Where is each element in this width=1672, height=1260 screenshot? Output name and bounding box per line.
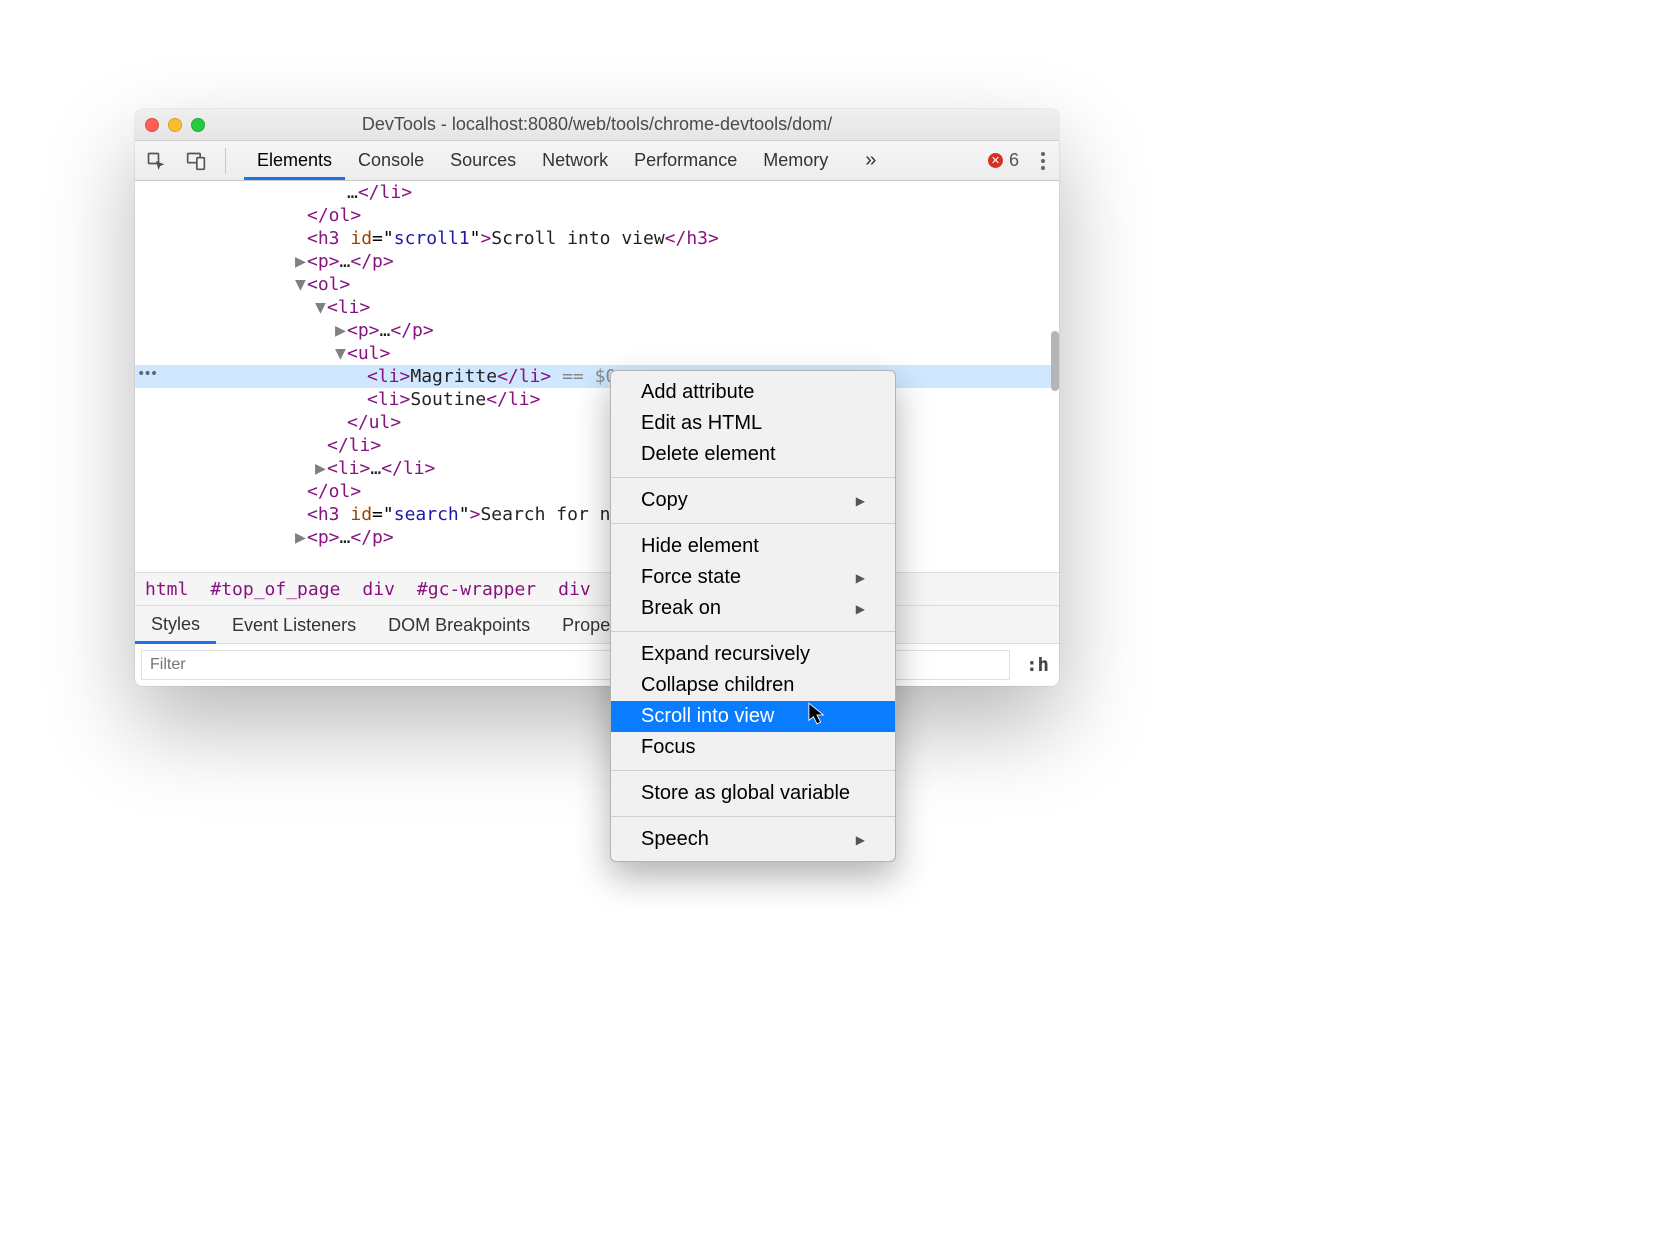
tabs-overflow-icon[interactable]: » — [859, 149, 882, 172]
context-menu-item-expand-recursively[interactable]: Expand recursively — [611, 639, 895, 670]
dom-breadcrumb[interactable]: html#top_of_pagediv#gc-wrapperdivarticle — [135, 572, 1059, 606]
window-title: DevTools - localhost:8080/web/tools/chro… — [135, 114, 1059, 135]
panel-tab-network[interactable]: Network — [529, 141, 621, 180]
context-menu-label: Delete element — [641, 443, 776, 466]
dom-node[interactable]: ▶<p>…</p> — [135, 319, 1059, 342]
inspect-element-icon[interactable] — [145, 150, 167, 172]
dom-node[interactable]: </ul> — [135, 411, 1059, 434]
dom-node[interactable]: <h3 id="scroll1">Scroll into view</h3> — [135, 227, 1059, 250]
panel-tab-sources[interactable]: Sources — [437, 141, 529, 180]
dom-node-selected[interactable]: <li>Magritte</li> == $0 — [135, 365, 1059, 388]
styles-filter-row: :h — [135, 644, 1059, 686]
context-menu-item-store-as-global-variable[interactable]: Store as global variable — [611, 778, 895, 809]
elements-dom-tree[interactable]: …</li></ol><h3 id="scroll1">Scroll into … — [135, 181, 1059, 572]
dom-node[interactable]: <h3 id="search">Search for node — [135, 503, 1059, 526]
context-menu-separator — [611, 816, 895, 817]
panel-tab-elements[interactable]: Elements — [244, 141, 345, 180]
bottom-tab-event-listeners[interactable]: Event Listeners — [216, 607, 372, 642]
scrollbar-thumb[interactable] — [1051, 331, 1059, 391]
context-menu-label: Edit as HTML — [641, 412, 762, 435]
dom-node[interactable]: <li>Soutine</li> — [135, 388, 1059, 411]
traffic-lights — [145, 118, 205, 132]
dom-node[interactable]: ▶<p>…</p> — [135, 526, 1059, 549]
context-menu-item-break-on[interactable]: Break on — [611, 593, 895, 624]
context-menu-separator — [611, 523, 895, 524]
breadcrumb-item[interactable]: #top_of_page — [210, 579, 340, 600]
context-menu-label: Hide element — [641, 535, 759, 558]
panel-tab-memory[interactable]: Memory — [750, 141, 841, 180]
styles-panel-tabs: StylesEvent ListenersDOM BreakpointsProp… — [135, 606, 1059, 644]
dom-node[interactable]: ▶<p>…</p> — [135, 250, 1059, 273]
dom-node[interactable]: ▼<ol> — [135, 273, 1059, 296]
error-count: 6 — [1009, 150, 1019, 171]
dom-node[interactable]: </ol> — [135, 480, 1059, 503]
context-menu-item-hide-element[interactable]: Hide element — [611, 531, 895, 562]
context-menu-item-force-state[interactable]: Force state — [611, 562, 895, 593]
context-menu-separator — [611, 477, 895, 478]
error-icon: ✕ — [988, 153, 1003, 168]
hov-toggle[interactable]: :h — [1016, 654, 1059, 676]
breadcrumb-item[interactable]: div — [558, 579, 591, 600]
context-menu[interactable]: Add attribute Edit as HTML Delete element C… — [610, 370, 896, 862]
close-window-button[interactable] — [145, 118, 159, 132]
context-menu-label: Speech — [641, 828, 709, 851]
dom-node[interactable]: ▶<li>…</li> — [135, 457, 1059, 480]
dom-node[interactable]: …</li> — [135, 181, 1059, 204]
context-menu-item-copy[interactable]: Copy — [611, 485, 895, 516]
context-menu-label: Focus — [641, 736, 695, 759]
context-menu-item-collapse-children[interactable]: Collapse children — [611, 670, 895, 701]
context-menu-item-speech[interactable]: Speech — [611, 824, 895, 855]
context-menu-separator — [611, 770, 895, 771]
panel-tabs: ElementsConsoleSourcesNetworkPerformance… — [244, 141, 841, 180]
breadcrumb-item[interactable]: html — [145, 579, 188, 600]
bottom-tab-styles[interactable]: Styles — [135, 606, 216, 644]
context-menu-item-focus[interactable]: Focus — [611, 732, 895, 763]
titlebar: DevTools - localhost:8080/web/tools/chro… — [135, 109, 1059, 141]
panel-tab-performance[interactable]: Performance — [621, 141, 750, 180]
breadcrumb-item[interactable]: div — [362, 579, 395, 600]
error-badge[interactable]: ✕ 6 — [988, 150, 1019, 171]
dom-node[interactable]: ▼<li> — [135, 296, 1059, 319]
context-menu-label: Collapse children — [641, 674, 794, 697]
context-menu-label: Copy — [641, 489, 688, 512]
more-options-menu-icon[interactable] — [1037, 152, 1049, 170]
context-menu-separator — [611, 631, 895, 632]
context-menu-item-add-attribute[interactable]: Add attribute — [611, 377, 895, 408]
context-menu-label: Force state — [641, 566, 741, 589]
fullscreen-window-button[interactable] — [191, 118, 205, 132]
context-menu-label: Add attribute — [641, 381, 754, 404]
dom-node[interactable]: </li> — [135, 434, 1059, 457]
context-menu-item-scroll-into-view[interactable]: Scroll into view — [611, 701, 895, 732]
context-menu-label: Store as global variable — [641, 782, 850, 805]
breadcrumb-item[interactable]: #gc-wrapper — [417, 579, 536, 600]
context-menu-label: Break on — [641, 597, 721, 620]
dom-node[interactable]: </ol> — [135, 204, 1059, 227]
context-menu-label: Scroll into view — [641, 705, 774, 728]
panel-tab-console[interactable]: Console — [345, 141, 437, 180]
context-menu-label: Expand recursively — [641, 643, 810, 666]
context-menu-item-edit-as-html[interactable]: Edit as HTML — [611, 408, 895, 439]
minimize-window-button[interactable] — [168, 118, 182, 132]
dom-node[interactable]: ▼<ul> — [135, 342, 1059, 365]
devtools-window: DevTools - localhost:8080/web/tools/chro… — [135, 109, 1059, 686]
toolbar-separator — [225, 148, 226, 174]
device-toggle-icon[interactable] — [185, 150, 207, 172]
main-toolbar: ElementsConsoleSourcesNetworkPerformance… — [135, 141, 1059, 181]
context-menu-item-delete-element[interactable]: Delete element — [611, 439, 895, 470]
bottom-tab-dom-breakpoints[interactable]: DOM Breakpoints — [372, 607, 546, 642]
